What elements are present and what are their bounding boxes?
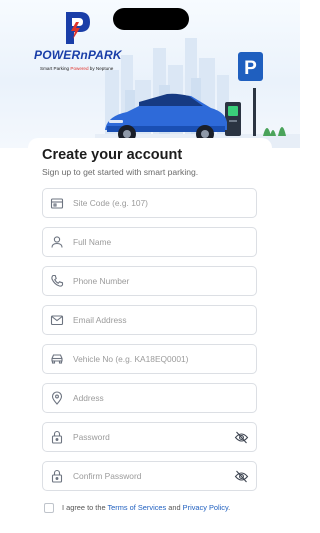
page-subtitle: Sign up to get started with smart parkin… <box>42 167 199 177</box>
password-input[interactable] <box>73 427 233 447</box>
terms-prefix: I agree to the <box>62 503 108 512</box>
confirm-password-input[interactable] <box>73 466 233 486</box>
screen: P POWERnPARK Smart Parking Powered by Ne… <box>0 0 300 533</box>
app-tagline: Smart Parking Powered by Neptune <box>40 66 136 71</box>
tagline-highlight: Powered <box>70 66 89 71</box>
app-logo-text: POWERnPARK <box>34 48 122 62</box>
parking-sign-letter: P <box>244 58 257 79</box>
phone-input[interactable] <box>73 271 233 291</box>
vehicle-number-input[interactable] <box>73 349 233 369</box>
privacy-policy-link[interactable]: Privacy Policy <box>183 503 228 512</box>
confirm-password-field[interactable] <box>42 461 257 491</box>
tagline-prefix: Smart Parking <box>40 66 71 71</box>
location-pin-icon <box>51 391 63 405</box>
car-icon <box>51 354 63 364</box>
terms-suffix: . <box>228 503 231 512</box>
terms-of-service-link[interactable]: Terms of Services <box>107 503 166 512</box>
site-code-field[interactable] <box>42 188 257 218</box>
eye-off-icon[interactable] <box>234 430 249 445</box>
lock-icon <box>51 469 63 483</box>
building-icon <box>50 198 64 209</box>
address-field[interactable] <box>42 383 257 413</box>
phone-icon <box>51 274 64 287</box>
site-code-input[interactable] <box>73 193 233 213</box>
vehicle-number-field[interactable] <box>42 344 257 374</box>
person-icon <box>51 236 63 248</box>
power-plug-logo-icon <box>66 12 90 44</box>
lock-icon <box>51 430 63 444</box>
page-title: Create your account <box>42 147 183 163</box>
email-input[interactable] <box>73 310 233 330</box>
full-name-input[interactable] <box>73 232 233 252</box>
header-illustration: P POWERnPARK Smart Parking Powered by Ne… <box>0 0 300 148</box>
terms-agreement: I agree to the Terms of Services and Pri… <box>44 502 270 516</box>
tagline-suffix: by Neptune <box>88 66 114 71</box>
full-name-field[interactable] <box>42 227 257 257</box>
signup-card: Create your account Sign up to get start… <box>28 138 272 533</box>
address-input[interactable] <box>73 388 233 408</box>
terms-middle: and <box>166 503 183 512</box>
password-field[interactable] <box>42 422 257 452</box>
eye-off-icon[interactable] <box>234 469 249 484</box>
email-field[interactable] <box>42 305 257 335</box>
mail-icon <box>50 315 64 326</box>
phone-field[interactable] <box>42 266 257 296</box>
terms-checkbox[interactable] <box>44 503 54 513</box>
camera-notch <box>113 8 189 30</box>
terms-text: I agree to the Terms of Services and Pri… <box>62 503 230 512</box>
